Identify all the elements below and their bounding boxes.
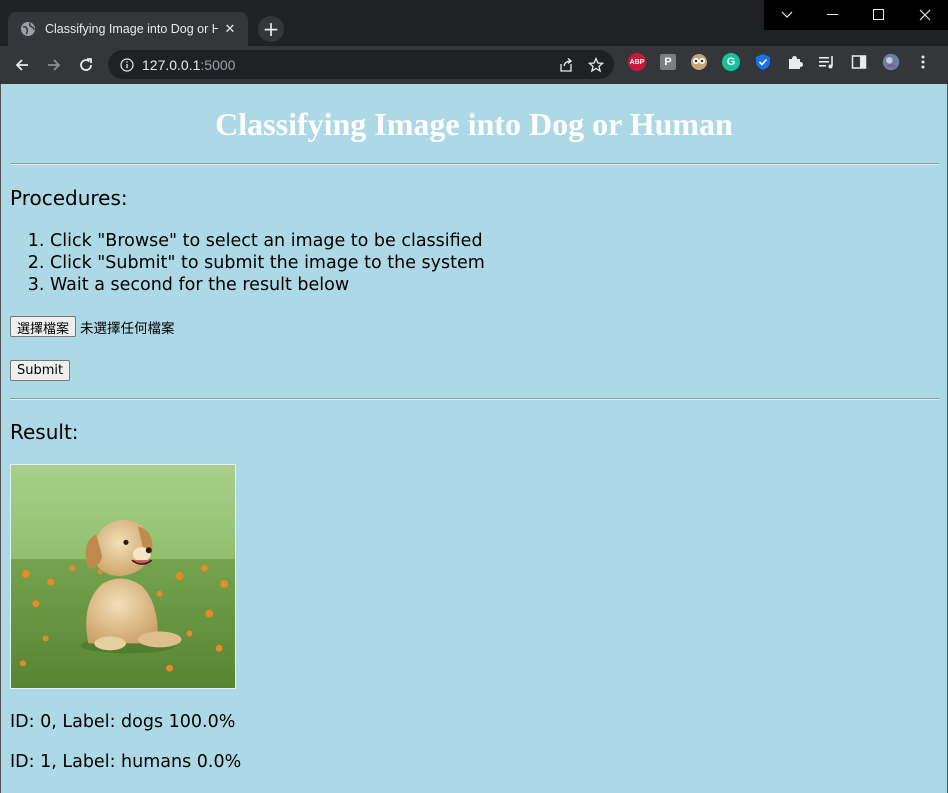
owl-extension-icon[interactable]	[690, 53, 708, 71]
prediction-dogs: ID: 0, Label: dogs 100.0%	[10, 712, 236, 732]
p-extension-icon[interactable]: P	[660, 54, 676, 70]
result-heading: Result:	[10, 420, 79, 444]
profile-avatar-icon[interactable]	[882, 53, 900, 71]
forward-arrow-icon[interactable]	[38, 49, 70, 81]
close-window-icon[interactable]	[902, 0, 948, 30]
divider-middle	[10, 398, 939, 400]
result-dog-image	[10, 464, 236, 689]
grammarly-icon[interactable]: G	[722, 53, 740, 71]
adblock-icon[interactable]: ABP	[628, 53, 646, 71]
page-content: Classifying Image into Dog or Human Proc…	[0, 84, 948, 793]
procedure-step: Click "Browse" to select an image to be …	[50, 230, 485, 252]
side-panel-icon[interactable]	[850, 53, 868, 71]
close-tab-icon[interactable]: ✕	[222, 21, 238, 37]
shield-icon[interactable]	[754, 53, 772, 71]
reload-icon[interactable]	[70, 49, 102, 81]
address-bar[interactable]: 127.0.0.1:5000	[108, 50, 614, 79]
share-icon[interactable]	[558, 57, 574, 73]
window-controls	[764, 0, 948, 30]
new-tab-button[interactable]: +	[258, 16, 284, 42]
kebab-menu-icon[interactable]	[914, 53, 932, 71]
browser-tab[interactable]: Classifying Image into Dog or Human ✕	[8, 12, 248, 46]
globe-icon	[21, 22, 35, 36]
tab-title: Classifying Image into Dog or Human	[45, 22, 218, 36]
extensions-row: ABP P G	[628, 53, 946, 71]
procedure-step: Wait a second for the result below	[50, 274, 485, 296]
browser-toolbar: 127.0.0.1:5000 ABP P G	[0, 46, 948, 84]
browser-titlebar: Classifying Image into Dog or Human ✕ +	[0, 0, 948, 46]
file-status-text: 未選擇任何檔案	[80, 320, 175, 337]
url-host: 127.0.0.1	[142, 56, 201, 73]
procedure-steps: Click "Browse" to select an image to be …	[10, 230, 485, 296]
page-title: Classifying Image into Dog or Human	[215, 106, 733, 142]
puzzle-icon[interactable]	[786, 53, 804, 71]
procedures-heading: Procedures:	[10, 186, 128, 210]
prediction-humans: ID: 1, Label: humans 0.0%	[10, 752, 242, 772]
choose-file-button[interactable]: 選擇檔案	[10, 316, 77, 337]
divider-top	[10, 163, 939, 165]
maximize-icon[interactable]	[856, 0, 902, 30]
procedure-step: Click "Submit" to submit the image to th…	[50, 252, 485, 274]
submit-button[interactable]: Submit	[10, 360, 71, 381]
back-arrow-icon[interactable]	[6, 49, 38, 81]
tab-search-icon[interactable]	[764, 0, 810, 30]
info-icon[interactable]	[120, 57, 134, 72]
minimize-icon[interactable]	[810, 0, 856, 30]
file-input[interactable]: 選擇檔案 未選擇任何檔案	[10, 316, 175, 337]
media-queue-icon[interactable]	[818, 53, 836, 71]
bookmark-star-icon[interactable]	[588, 56, 604, 73]
url-port: :5000	[200, 56, 236, 73]
